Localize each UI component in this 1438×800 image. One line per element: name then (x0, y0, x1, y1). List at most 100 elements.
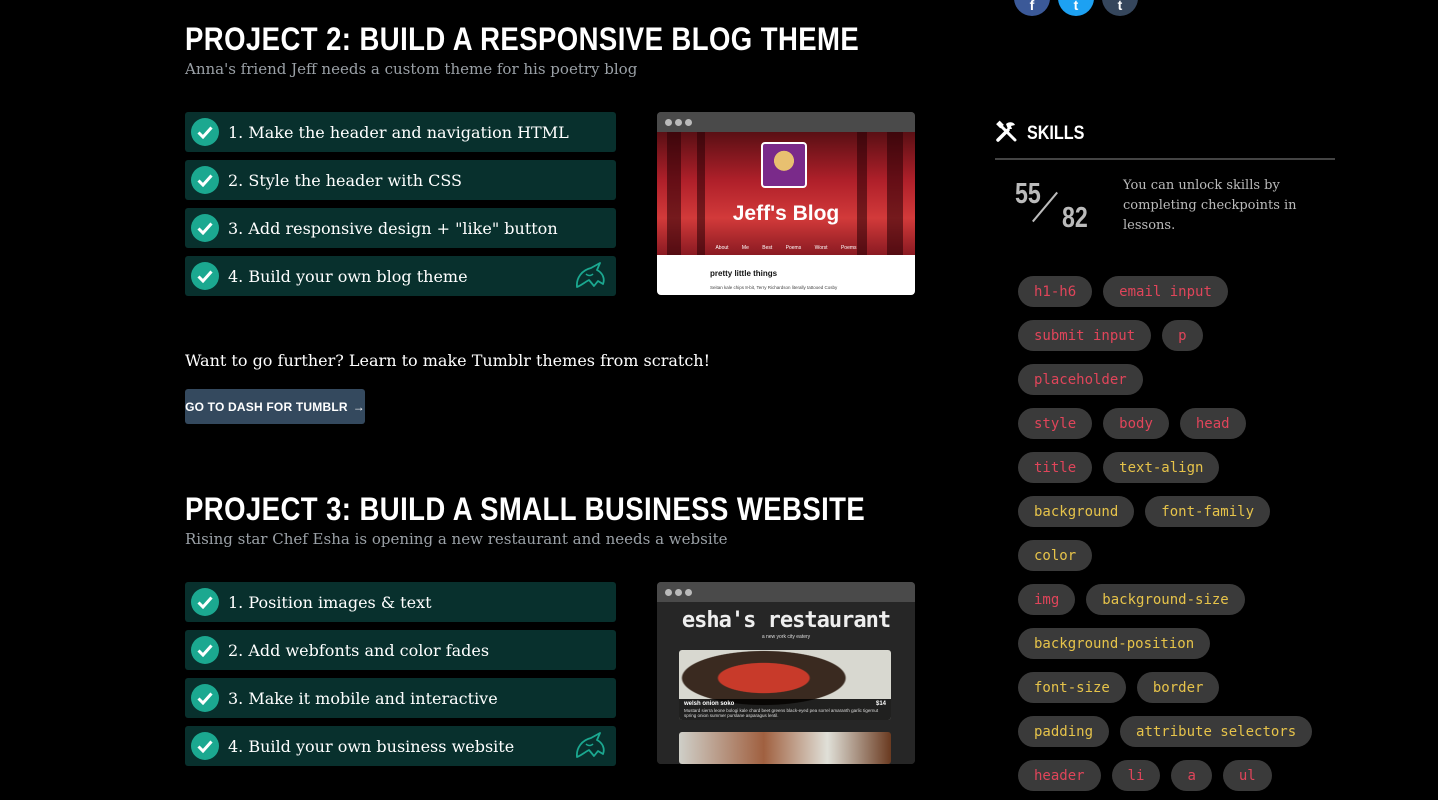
check-icon (191, 684, 219, 712)
browser-bar (657, 112, 915, 132)
social-share: f t t (1014, 0, 1138, 16)
skill-tag[interactable]: body (1103, 408, 1169, 439)
project-2-steps: 1. Make the header and navigation HTML 2… (185, 112, 616, 304)
preview-nav: About Me Best Poems Worst Poems (715, 245, 857, 251)
preview-hero: Jeff's Blog About Me Best Poems Worst Po… (657, 132, 915, 255)
browser-bar (657, 582, 915, 602)
check-icon (191, 214, 219, 242)
skill-tag[interactable]: head (1179, 408, 1246, 439)
check-icon (191, 588, 219, 616)
step-label: 4. Build your own blog theme (228, 266, 468, 286)
skill-tag[interactable]: header (1018, 760, 1101, 791)
check-icon (191, 636, 219, 664)
skill-tag[interactable]: background (1018, 496, 1135, 527)
arrow-right-icon: → (352, 399, 365, 414)
skill-tag[interactable]: style (1018, 408, 1093, 439)
dish-card (679, 732, 891, 764)
dish-name: welsh onion soko (684, 701, 735, 707)
skill-tag[interactable]: border (1136, 672, 1220, 703)
skill-tag[interactable]: img (1018, 584, 1076, 615)
step-item[interactable]: 2. Add webfonts and color fades (185, 630, 616, 670)
tumblr-icon[interactable]: t (1102, 0, 1138, 16)
check-icon (191, 732, 219, 760)
project-2-subtitle: Anna's friend Jeff needs a custom theme … (185, 60, 638, 78)
skills-counter: 55 82 (1015, 178, 1105, 238)
go-further-text: Want to go further? Learn to make Tumblr… (185, 351, 711, 370)
skill-tags: h1-h6 email input submit input p placeholder… (1018, 276, 1328, 800)
preview-post-title: pretty little things (710, 269, 778, 278)
skill-tag[interactable]: title (1018, 452, 1093, 483)
go-to-dash-button[interactable]: GO TO DASH FOR TUMBLR → (185, 389, 365, 424)
preview-blog-title: Jeff's Blog (732, 202, 840, 225)
skill-tag[interactable]: padding (1018, 716, 1110, 747)
skill-tag[interactable]: attribute selectors (1120, 716, 1313, 747)
step-item[interactable]: 1. Position images & text (185, 582, 616, 622)
skill-tag-row: placeholder (1018, 364, 1328, 408)
step-label: 4. Build your own business website (228, 736, 515, 756)
facebook-icon[interactable]: f (1014, 0, 1050, 16)
skill-tag[interactable]: font-size (1018, 672, 1126, 703)
skill-tag-row: background font-family (1018, 496, 1328, 540)
step-label: 1. Make the header and navigation HTML (228, 122, 569, 142)
preview-body: esha's restaurant a new york city eatery… (657, 602, 915, 764)
tools-icon (996, 120, 1017, 142)
step-label: 3. Make it mobile and interactive (228, 688, 498, 708)
check-icon (191, 166, 219, 194)
project-3-steps: 1. Position images & text 2. Add webfont… (185, 582, 616, 774)
skill-tag[interactable]: email input (1103, 276, 1228, 307)
step-item[interactable]: 1. Make the header and navigation HTML (185, 112, 616, 152)
avatar (761, 142, 807, 188)
skill-tag[interactable]: placeholder (1018, 364, 1143, 395)
skill-tag-row: color (1018, 540, 1328, 584)
skill-tag-row: submit input p (1018, 320, 1328, 364)
skill-tag-row: background-position (1018, 628, 1328, 672)
skill-tag[interactable]: font-family (1145, 496, 1271, 527)
skill-tag-row: h1-h6 email input (1018, 276, 1328, 320)
project-2-section: PROJECT 2: BUILD A RESPONSIVE BLOG THEME… (185, 20, 925, 78)
step-label: 1. Position images & text (228, 592, 432, 612)
skill-tag[interactable]: background-position (1018, 628, 1211, 659)
go-to-dash-label: GO TO DASH FOR TUMBLR (185, 399, 348, 414)
skills-title: SKILLS (1027, 123, 1085, 144)
skill-tag-row: padding attribute selectors (1018, 716, 1328, 760)
check-icon (191, 262, 219, 290)
step-item[interactable]: 4. Build your own blog theme (185, 256, 616, 296)
project-3-section: PROJECT 3: BUILD A SMALL BUSINESS WEBSIT… (185, 490, 925, 548)
step-item[interactable]: 2. Style the header with CSS (185, 160, 616, 200)
skill-tag[interactable]: color (1018, 540, 1093, 571)
preview-post: pretty little things Seitan kale chips 8… (657, 255, 915, 295)
skill-tag[interactable]: h1-h6 (1018, 276, 1093, 307)
dish-desc: Mustard sierra leone bologi kale chard b… (684, 708, 879, 718)
skill-tag-row: header li a ul (1018, 760, 1328, 800)
skill-tag-row: title text-align (1018, 452, 1328, 496)
skill-tag[interactable]: background-size (1086, 584, 1245, 615)
step-item[interactable]: 3. Add responsive design + "like" button (185, 208, 616, 248)
dish-card: welsh onion soko $14 Mustard sierra leone… (679, 650, 891, 720)
skill-tag[interactable]: li (1111, 760, 1161, 791)
unicorn-icon (576, 732, 605, 758)
skill-tag[interactable]: ul (1222, 760, 1272, 791)
esha-restaurant-preview[interactable]: esha's restaurant a new york city eatery… (657, 582, 915, 764)
unicorn-icon (576, 262, 605, 288)
project-3-title: PROJECT 3: BUILD A SMALL BUSINESS WEBSIT… (185, 491, 866, 527)
jeff-blog-preview[interactable]: Jeff's Blog About Me Best Poems Worst Po… (657, 112, 915, 295)
skills-header: SKILLS (995, 120, 1335, 160)
step-label: 3. Add responsive design + "like" button (228, 218, 558, 238)
skills-note: You can unlock skills by completing chec… (1123, 178, 1297, 233)
skill-tag[interactable]: submit input (1018, 320, 1152, 351)
step-item[interactable]: 4. Build your own business website (185, 726, 616, 766)
preview-post-text: Seitan kale chips 8-bit, Terry Richardso… (710, 285, 838, 290)
skill-tag[interactable]: p (1162, 320, 1203, 351)
check-icon (191, 118, 219, 146)
skill-tag[interactable]: text-align (1103, 452, 1220, 483)
skill-tag-row: img background-size (1018, 584, 1328, 628)
step-item[interactable]: 3. Make it mobile and interactive (185, 678, 616, 718)
skill-tag[interactable]: a (1171, 760, 1212, 791)
skills-total-count: 82 (1062, 202, 1088, 234)
skill-tag-row: font-size border (1018, 672, 1328, 716)
step-label: 2. Style the header with CSS (228, 170, 463, 190)
twitter-icon[interactable]: t (1058, 0, 1094, 16)
skills-unlocked-count: 55 (1015, 178, 1041, 210)
project-2-title: PROJECT 2: BUILD A RESPONSIVE BLOG THEME (185, 21, 860, 57)
preview-restaurant-title: esha's restaurant (681, 608, 891, 633)
